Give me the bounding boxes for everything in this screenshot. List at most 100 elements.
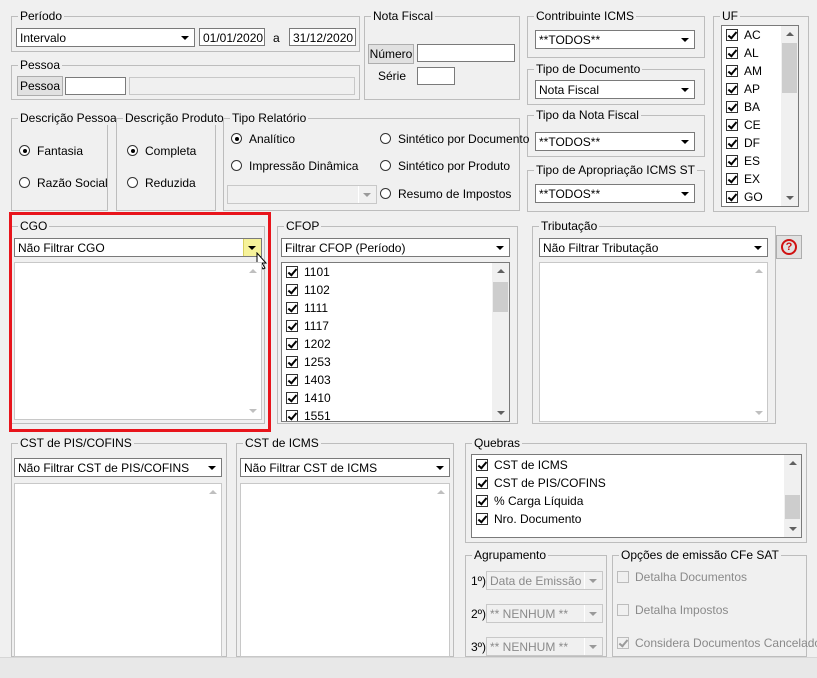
scroll-thumb[interactable] [785, 495, 800, 519]
quebras-item-label: CST de PIS/COFINS [494, 476, 606, 490]
checkbox-checked-icon[interactable] [286, 284, 298, 296]
quebras-scrollbar[interactable] [784, 455, 801, 537]
radio-icon[interactable] [19, 177, 30, 188]
checkbox-checked-icon[interactable] [726, 119, 738, 131]
radio-selected-icon[interactable] [127, 145, 138, 156]
uf-item-label: AL [744, 46, 759, 60]
tipo-documento-select[interactable]: Nota Fiscal [535, 80, 695, 99]
checkbox-checked-icon[interactable] [726, 137, 738, 149]
uf-item-label: GO [744, 190, 763, 204]
checkbox-checked-icon[interactable] [476, 459, 488, 471]
scroll-down-icon [750, 404, 767, 421]
checkbox-checked-icon[interactable] [286, 338, 298, 350]
cst-pis-label: CST de PIS/COFINS [18, 436, 134, 450]
chevron-down-icon[interactable] [203, 459, 221, 476]
chevron-down-icon[interactable] [431, 459, 449, 476]
cst-icms-select[interactable]: Não Filtrar CST de ICMS [240, 458, 450, 477]
tipo-nota-select[interactable]: **TODOS** [535, 132, 695, 151]
checkbox-checked-icon[interactable] [286, 320, 298, 332]
scroll-up-icon[interactable] [784, 455, 801, 472]
scroll-thumb[interactable] [782, 43, 797, 93]
checkbox-checked-icon[interactable] [726, 65, 738, 77]
chevron-down-icon[interactable] [491, 239, 509, 256]
checkbox-checked-icon[interactable] [726, 173, 738, 185]
radio-icon[interactable] [380, 160, 391, 171]
scroll-down-icon[interactable] [492, 404, 509, 421]
checkbox-checked-icon[interactable] [286, 392, 298, 404]
checkbox-checked-icon[interactable] [476, 477, 488, 489]
radio-selected-icon[interactable] [231, 133, 242, 144]
periodo-type-select[interactable]: Intervalo [16, 28, 195, 47]
quebras-item-label: CST de ICMS [494, 458, 568, 472]
uf-scrollbar[interactable] [781, 26, 798, 206]
tributacao-label: Tributação [539, 219, 600, 233]
chevron-down-icon[interactable] [676, 133, 694, 150]
periodo-end-value: 31/12/2020 [293, 31, 354, 45]
quebras-list[interactable]: CST de ICMS CST de PIS/COFINS % Carga Líqu… [471, 454, 802, 538]
tributacao-list[interactable] [539, 262, 768, 422]
scroll-up-icon[interactable] [492, 263, 509, 280]
tipo-apropriacao-select[interactable]: **TODOS** [535, 184, 695, 203]
highlight-box [9, 212, 271, 432]
cst-icms-list[interactable] [240, 483, 450, 657]
serie-field[interactable] [417, 67, 455, 85]
radio-icon[interactable] [231, 160, 242, 171]
uf-item-label: DF [744, 136, 760, 150]
cst-icms-label: CST de ICMS [243, 436, 321, 450]
radio-icon[interactable] [380, 133, 391, 144]
completa-label: Completa [145, 144, 197, 158]
checkbox-checked-icon[interactable] [286, 410, 298, 421]
chevron-down-icon[interactable] [176, 29, 194, 46]
periodo-separator: a [273, 31, 280, 45]
periodo-start-field[interactable]: 01/01/2020 [199, 28, 265, 46]
cfop-item-label: 1111 [304, 301, 329, 315]
checkbox-checked-icon[interactable] [726, 191, 738, 203]
pessoa-code-field[interactable] [65, 77, 126, 95]
uf-item-label: ES [744, 154, 761, 168]
scroll-down-icon[interactable] [781, 189, 798, 206]
checkbox-checked-icon[interactable] [726, 47, 738, 59]
chevron-down-icon[interactable] [749, 239, 767, 256]
checkbox-checked-icon[interactable] [286, 374, 298, 386]
checkbox-checked-icon[interactable] [726, 83, 738, 95]
detalha-documentos-label: Detalha Documentos [635, 570, 748, 584]
chevron-down-icon[interactable] [676, 81, 694, 98]
contribuinte-select[interactable]: **TODOS** [535, 30, 695, 49]
scroll-up-icon[interactable] [781, 26, 798, 43]
considera-cancelados-label: Considera Documentos Cancelados [635, 636, 817, 650]
checkbox-checked-icon[interactable] [476, 513, 488, 525]
numero-field[interactable] [417, 44, 515, 62]
cst-pis-list[interactable] [14, 483, 222, 657]
checkbox-checked-icon[interactable] [286, 302, 298, 314]
scroll-down-icon[interactable] [784, 520, 801, 537]
cfop-select[interactable]: Filtrar CFOP (Período) [281, 238, 510, 257]
chevron-down-icon [584, 572, 602, 589]
uf-item-label: EX [744, 172, 761, 186]
cfop-scrollbar[interactable] [492, 263, 509, 421]
radio-icon[interactable] [380, 188, 391, 199]
help-button[interactable]: ? [776, 235, 802, 259]
cfop-list[interactable]: 1101 1102 1111 1117 1202 1253 1403 1410 1551 [281, 262, 510, 422]
pessoa-button[interactable]: Pessoa [17, 76, 63, 96]
impressao-dinamica-label: Impressão Dinâmica [249, 159, 359, 173]
chevron-down-icon [584, 638, 602, 655]
uf-list[interactable]: AC AL AM AP BA CE DF ES EX GO [721, 25, 799, 207]
checkbox-checked-icon[interactable] [726, 155, 738, 167]
chevron-down-icon[interactable] [676, 185, 694, 202]
checkbox-checked-icon[interactable] [476, 495, 488, 507]
tipo-documento-label: Tipo de Documento [534, 62, 643, 76]
periodo-end-field[interactable]: 31/12/2020 [289, 28, 356, 46]
tributacao-select[interactable]: Não Filtrar Tributação [539, 238, 768, 257]
numero-button[interactable]: Número [368, 44, 414, 64]
cst-pis-select[interactable]: Não Filtrar CST de PIS/COFINS [14, 458, 222, 477]
radio-selected-icon[interactable] [19, 145, 30, 156]
radio-icon[interactable] [127, 177, 138, 188]
chevron-down-icon[interactable] [676, 31, 694, 48]
scroll-thumb[interactable] [493, 282, 508, 312]
checkbox-checked-icon[interactable] [726, 101, 738, 113]
agrupamento-1-label: 1º) [471, 574, 487, 588]
checkbox-checked-icon[interactable] [286, 266, 298, 278]
checkbox-checked-icon[interactable] [286, 356, 298, 368]
checkbox-checked-icon[interactable] [726, 29, 738, 41]
serie-label: Série [378, 69, 407, 83]
